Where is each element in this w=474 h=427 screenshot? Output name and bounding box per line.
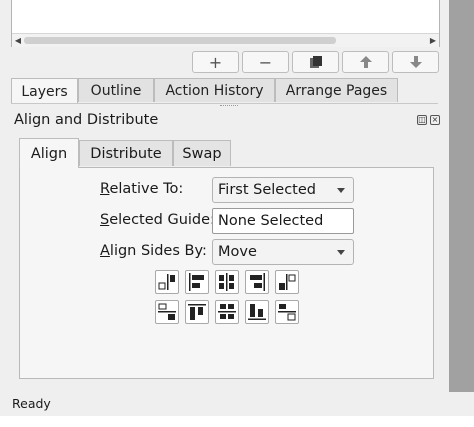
- selected-guide-label: Selected Guide:: [100, 212, 215, 228]
- relative-to-label: Relative To:: [100, 181, 184, 197]
- horizontal-scrollbar[interactable]: ◀ ▶: [12, 33, 439, 47]
- align-right-of-anchor-icon: [158, 274, 175, 290]
- align-right-of-anchor-button[interactable]: [155, 270, 179, 294]
- duplicate-button[interactable]: [292, 51, 339, 73]
- align-below-anchor-icon: [158, 303, 176, 320]
- center-vertically-button[interactable]: [215, 300, 239, 324]
- move-up-button[interactable]: [342, 51, 389, 73]
- scrollbar-thumb[interactable]: [24, 37, 336, 44]
- arrow-down-icon: [409, 56, 422, 68]
- selected-guide-field[interactable]: None Selected: [212, 208, 354, 234]
- arrow-up-icon: [359, 56, 372, 68]
- tab-align[interactable]: Align: [19, 138, 79, 168]
- align-top-edges-button[interactable]: [185, 300, 209, 324]
- tab-layers[interactable]: Layers: [11, 78, 78, 104]
- align-left-of-anchor-icon: [279, 274, 296, 290]
- scroll-right-icon[interactable]: ▶: [427, 35, 439, 46]
- tab-arrange-pages-label: Arrange Pages: [285, 82, 388, 99]
- canvas-edge: [449, 0, 474, 392]
- center-horizontally-icon: [219, 273, 234, 291]
- center-horizontally-button[interactable]: [215, 270, 239, 294]
- plus-icon: +: [208, 52, 223, 72]
- align-bottom-edges-button[interactable]: [245, 300, 269, 324]
- tab-swap-label: Swap: [182, 145, 222, 162]
- add-button[interactable]: +: [192, 51, 239, 73]
- float-panel-icon[interactable]: ◫: [417, 115, 427, 125]
- align-left-edges-button[interactable]: [185, 270, 209, 294]
- dock-divider: [11, 103, 438, 104]
- resize-grip[interactable]: [220, 105, 238, 108]
- panel-title: Align and Distribute: [14, 112, 159, 128]
- duplicate-icon: [309, 56, 322, 68]
- align-left-edges-icon: [189, 273, 204, 291]
- align-below-anchor-button[interactable]: [155, 300, 179, 324]
- align-right-edges-button[interactable]: [245, 270, 269, 294]
- tab-action-history[interactable]: Action History: [154, 78, 275, 102]
- align-sides-by-value: Move: [218, 244, 257, 260]
- center-vertically-icon: [218, 304, 236, 319]
- remove-button[interactable]: −: [242, 51, 289, 73]
- tab-distribute-label: Distribute: [90, 145, 162, 162]
- chevron-down-icon: [337, 250, 345, 255]
- tab-layers-label: Layers: [21, 83, 68, 100]
- selected-guide-value: None Selected: [218, 213, 324, 229]
- tab-arrange-pages[interactable]: Arrange Pages: [275, 78, 398, 102]
- align-left-of-anchor-button[interactable]: [275, 270, 299, 294]
- align-above-anchor-icon: [278, 304, 296, 321]
- tab-action-history-label: Action History: [165, 82, 264, 99]
- bottom-margin: [0, 416, 474, 427]
- tab-outline[interactable]: Outline: [78, 78, 154, 102]
- align-bottom-edges-icon: [248, 304, 266, 320]
- relative-to-value: First Selected: [218, 182, 316, 198]
- tab-align-label: Align: [30, 145, 68, 162]
- chevron-down-icon: [337, 188, 345, 193]
- scroll-left-icon[interactable]: ◀: [12, 35, 24, 46]
- relative-to-dropdown[interactable]: First Selected: [212, 177, 354, 203]
- minus-icon: −: [258, 52, 273, 72]
- move-down-button[interactable]: [392, 51, 439, 73]
- tab-outline-label: Outline: [90, 82, 142, 99]
- align-top-edges-icon: [188, 304, 206, 320]
- tab-distribute[interactable]: Distribute: [79, 140, 173, 166]
- align-sides-by-dropdown[interactable]: Move: [212, 239, 354, 265]
- status-text: Ready: [12, 396, 51, 411]
- align-sides-by-label: Align Sides By:: [100, 243, 207, 259]
- align-right-edges-icon: [250, 273, 265, 291]
- align-above-anchor-button[interactable]: [275, 300, 299, 324]
- tab-swap[interactable]: Swap: [173, 140, 231, 166]
- close-panel-icon[interactable]: ×: [430, 115, 440, 125]
